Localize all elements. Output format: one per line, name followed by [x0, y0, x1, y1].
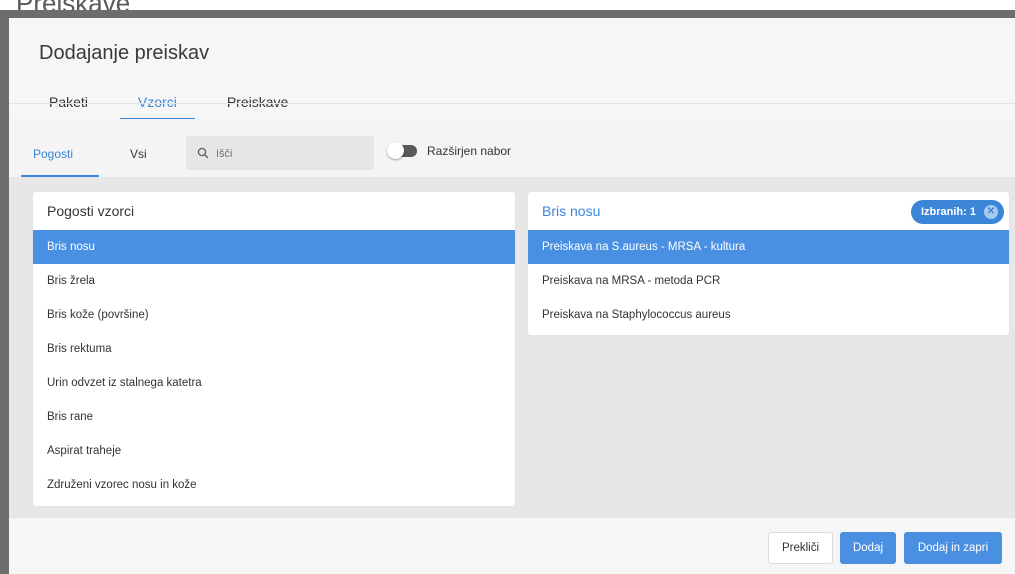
search-box[interactable] — [186, 136, 374, 170]
subtab-pogosti[interactable]: Pogosti — [20, 119, 100, 177]
common-samples-panel: Pogosti vzorci Bris nosu Bris žrela Bris… — [33, 192, 515, 506]
sample-item[interactable]: Urin odvzet iz stalnega katetra — [33, 366, 515, 400]
tests-panel: Bris nosu Izbranih: 1 ✕ Preiskava na S.a… — [528, 192, 1009, 335]
panel-title: Pogosti vzorci — [47, 203, 135, 219]
test-item[interactable]: Preiskava na S.aureus - MRSA - kultura — [528, 230, 1009, 264]
selected-count-label: Izbranih: 1 — [920, 206, 976, 218]
sample-item[interactable]: Aspirat traheje — [33, 434, 515, 468]
clear-selection-icon[interactable]: ✕ — [984, 205, 998, 219]
toggle-label: Razširjen nabor — [427, 144, 512, 158]
extended-set-toggle[interactable]: Razširjen nabor — [387, 141, 512, 161]
cancel-button[interactable]: Prekliči — [768, 532, 833, 564]
subtab-vsi[interactable]: Vsi — [130, 119, 147, 177]
filter-bar: Pogosti Vsi Razširjen nabor — [9, 119, 1015, 177]
selected-count-badge[interactable]: Izbranih: 1 ✕ — [910, 200, 1004, 224]
search-input[interactable] — [214, 144, 368, 164]
tabs-divider — [9, 103, 1015, 104]
test-item[interactable]: Preiskava na Staphylococcus aureus — [528, 298, 1009, 332]
add-and-close-button[interactable]: Dodaj in zapri — [904, 532, 1002, 564]
toggle-switch[interactable] — [387, 142, 417, 159]
overlay-left — [0, 10, 9, 574]
selected-sample-title: Bris nosu — [542, 203, 601, 219]
test-item[interactable]: Preiskava na MRSA - metoda PCR — [528, 264, 1009, 298]
sample-item[interactable]: Bris nosu — [33, 230, 515, 264]
sample-item[interactable]: Bris rektuma — [33, 332, 515, 366]
toggle-knob — [387, 142, 404, 159]
sample-item[interactable]: Bris rane — [33, 400, 515, 434]
search-icon — [197, 147, 209, 159]
panel-title: Bris nosu Izbranih: 1 ✕ — [528, 192, 1009, 230]
overlay-top — [0, 10, 1015, 18]
content-area: Pogosti vzorci Bris nosu Bris žrela Bris… — [9, 177, 1015, 518]
sample-item[interactable]: Združeni vzorec nosu in kože — [33, 468, 515, 502]
modal-footer: Prekliči Dodaj Dodaj in zapri — [9, 518, 1015, 574]
sample-item[interactable]: Bris žrela — [33, 264, 515, 298]
sample-item[interactable]: Bris kože (površine) — [33, 298, 515, 332]
modal-title: Dodajanje preiskav — [39, 42, 210, 64]
add-button[interactable]: Dodaj — [840, 532, 896, 564]
